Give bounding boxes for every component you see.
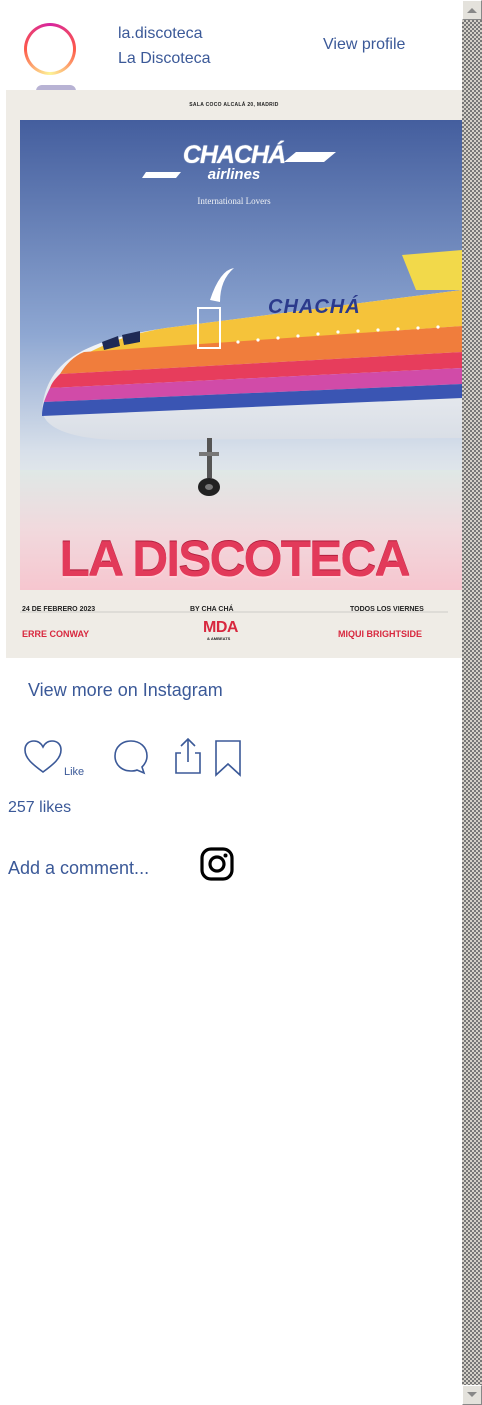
poster-title: LA DISCOTECA: [59, 531, 410, 587]
poster-dj-left: ERRE CONWAY: [22, 629, 90, 639]
vertical-scrollbar[interactable]: [462, 0, 482, 1405]
poster-plane-livery: CHACHÁ: [268, 296, 361, 318]
poster-subtitle: International Lovers: [197, 196, 271, 206]
like-label: Like: [64, 766, 85, 778]
instagram-icon[interactable]: [199, 846, 235, 882]
full-name-link[interactable]: La Discoteca: [118, 50, 211, 68]
poster-airline-logo-sub: airlines: [207, 166, 261, 183]
likes-count[interactable]: 257 likes: [8, 799, 71, 817]
view-profile-link[interactable]: View profile: [323, 36, 405, 54]
poster-date: 24 DE FEBRERO 2023: [22, 606, 96, 613]
poster-by: BY CHA CHÁ: [190, 606, 234, 613]
scroll-down-button[interactable]: [462, 1385, 482, 1405]
poster-schedule: TODOS LOS VIERNES: [350, 606, 424, 613]
view-more-link[interactable]: View more on Instagram: [28, 680, 223, 701]
scroll-up-button[interactable]: [462, 0, 482, 20]
post-image[interactable]: SALA COCO ALCALÁ 20, MADRID CHACHÁ airli…: [6, 90, 462, 658]
add-comment-link[interactable]: Add a comment...: [8, 858, 149, 879]
heart-icon[interactable]: [22, 737, 64, 777]
scroll-down-arrow-icon: [467, 1392, 477, 1397]
poster-dj-center-sub: & AMBEATS: [207, 636, 231, 641]
poster-dj-center: MDA: [203, 619, 238, 636]
username-link[interactable]: la.discoteca: [118, 25, 203, 43]
poster-venue: SALA COCO ALCALÁ 20, MADRID: [189, 102, 279, 108]
share-icon[interactable]: [168, 735, 208, 777]
comment-icon[interactable]: [111, 737, 151, 777]
bookmark-icon[interactable]: [211, 737, 245, 779]
profile-avatar[interactable]: [24, 23, 76, 75]
scroll-up-arrow-icon: [467, 8, 477, 13]
instagram-embed: la.discoteca La Discoteca View profile S…: [0, 0, 462, 1405]
poster-dj-right: MIQUI BRIGHTSIDE: [338, 629, 423, 639]
